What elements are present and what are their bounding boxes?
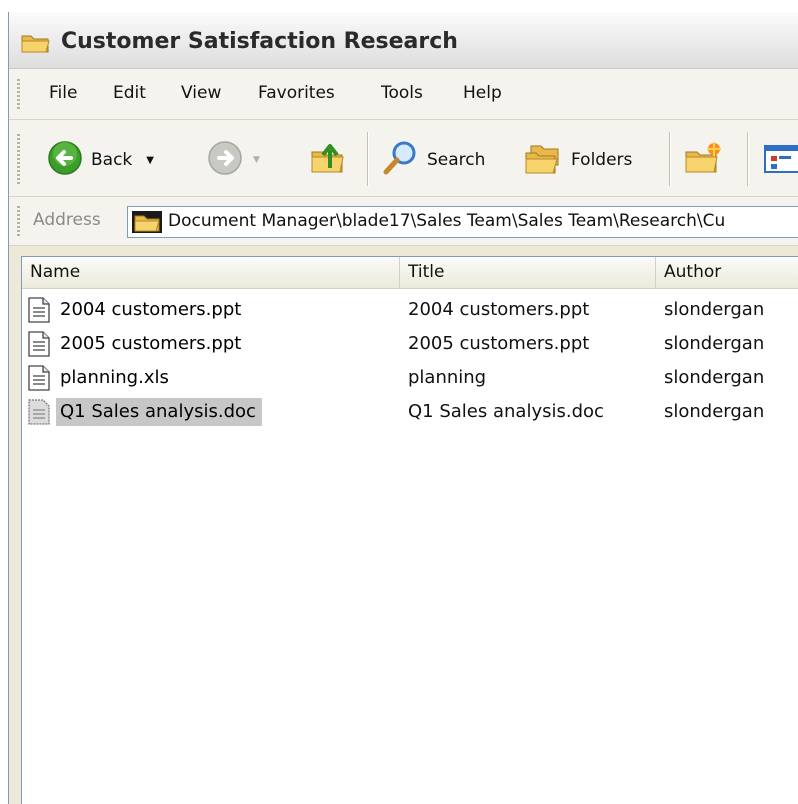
list-item[interactable]: 2005 customers.ppt 2005 customers.ppt sl…: [22, 327, 798, 361]
column-header-title[interactable]: Title: [400, 257, 656, 288]
folders-icon: [523, 140, 563, 180]
toolbar-grip[interactable]: [17, 134, 20, 184]
search-icon: [381, 139, 419, 181]
views-button[interactable]: [763, 142, 798, 178]
address-path: Document Manager\blade17\Sales Team\Sale…: [168, 211, 726, 231]
menu-favorites[interactable]: Favorites: [258, 83, 335, 103]
address-bar: Address Document Manager\blade17\Sales T…: [9, 197, 798, 246]
list-item[interactable]: 2004 customers.ppt 2004 customers.ppt sl…: [22, 293, 798, 327]
menu-grip[interactable]: [17, 79, 20, 109]
toolbar: Back ▼ ▼ Search Folders: [9, 120, 798, 197]
list-item[interactable]: Q1 Sales analysis.doc Q1 Sales analysis.…: [22, 395, 798, 429]
forward-button[interactable]: ▼: [207, 140, 260, 180]
up-folder-button[interactable]: [309, 142, 347, 178]
menu-view[interactable]: View: [181, 83, 221, 103]
back-label: Back: [91, 150, 133, 170]
file-name: planning.xls: [60, 367, 169, 388]
menu-edit[interactable]: Edit: [113, 83, 146, 103]
toolbar-separator: [367, 132, 368, 186]
address-label: Address: [33, 210, 101, 230]
address-grip[interactable]: [17, 206, 20, 236]
title-bar[interactable]: Customer Satisfaction Research: [9, 12, 798, 69]
explorer-window: Customer Satisfaction Research File Edit…: [8, 12, 798, 804]
folders-label: Folders: [571, 150, 633, 170]
folder-up-icon: [309, 140, 347, 180]
menu-file[interactable]: File: [49, 83, 77, 103]
column-header-bar: Name Title Author: [22, 257, 798, 289]
column-header-name[interactable]: Name: [22, 257, 400, 288]
search-label: Search: [427, 150, 486, 170]
search-button[interactable]: Search: [381, 139, 486, 181]
toolbar-separator: [669, 132, 670, 186]
file-author: slondergan: [664, 299, 765, 320]
document-icon: [28, 399, 50, 429]
document-icon: [28, 297, 50, 327]
file-author: slondergan: [664, 401, 765, 422]
file-title: Q1 Sales analysis.doc: [408, 401, 604, 422]
folders-button[interactable]: Folders: [523, 142, 632, 178]
forward-dropdown-icon[interactable]: ▼: [253, 155, 260, 165]
back-button[interactable]: Back ▼: [47, 140, 154, 180]
file-title: 2005 customers.ppt: [408, 333, 590, 354]
views-icon: [763, 140, 798, 180]
new-folder-icon: [683, 140, 723, 180]
new-folder-button[interactable]: [683, 142, 723, 178]
folder-icon: [21, 32, 51, 58]
forward-arrow-icon: [207, 140, 243, 180]
list-item[interactable]: planning.xls planning slondergan: [22, 361, 798, 395]
file-title: planning: [408, 367, 487, 388]
file-name: 2004 customers.ppt: [60, 299, 242, 320]
folder-icon: [132, 211, 162, 237]
file-name: 2005 customers.ppt: [60, 333, 242, 354]
back-dropdown-icon[interactable]: ▼: [146, 155, 154, 166]
file-name: Q1 Sales analysis.doc: [56, 398, 262, 426]
menu-tools[interactable]: Tools: [381, 83, 423, 103]
toolbar-separator: [747, 132, 748, 186]
file-author: slondergan: [664, 333, 765, 354]
window-title: Customer Satisfaction Research: [61, 29, 458, 54]
file-list[interactable]: Name Title Author 2004 customers.ppt 200…: [21, 256, 798, 804]
document-icon: [28, 365, 50, 395]
menu-bar: File Edit View Favorites Tools Help: [9, 69, 798, 120]
address-field[interactable]: Document Manager\blade17\Sales Team\Sale…: [127, 206, 798, 238]
menu-help[interactable]: Help: [463, 83, 502, 103]
column-header-author[interactable]: Author: [656, 257, 798, 288]
back-arrow-icon: [47, 140, 83, 180]
file-title: 2004 customers.ppt: [408, 299, 590, 320]
file-author: slondergan: [664, 367, 765, 388]
document-icon: [28, 331, 50, 361]
